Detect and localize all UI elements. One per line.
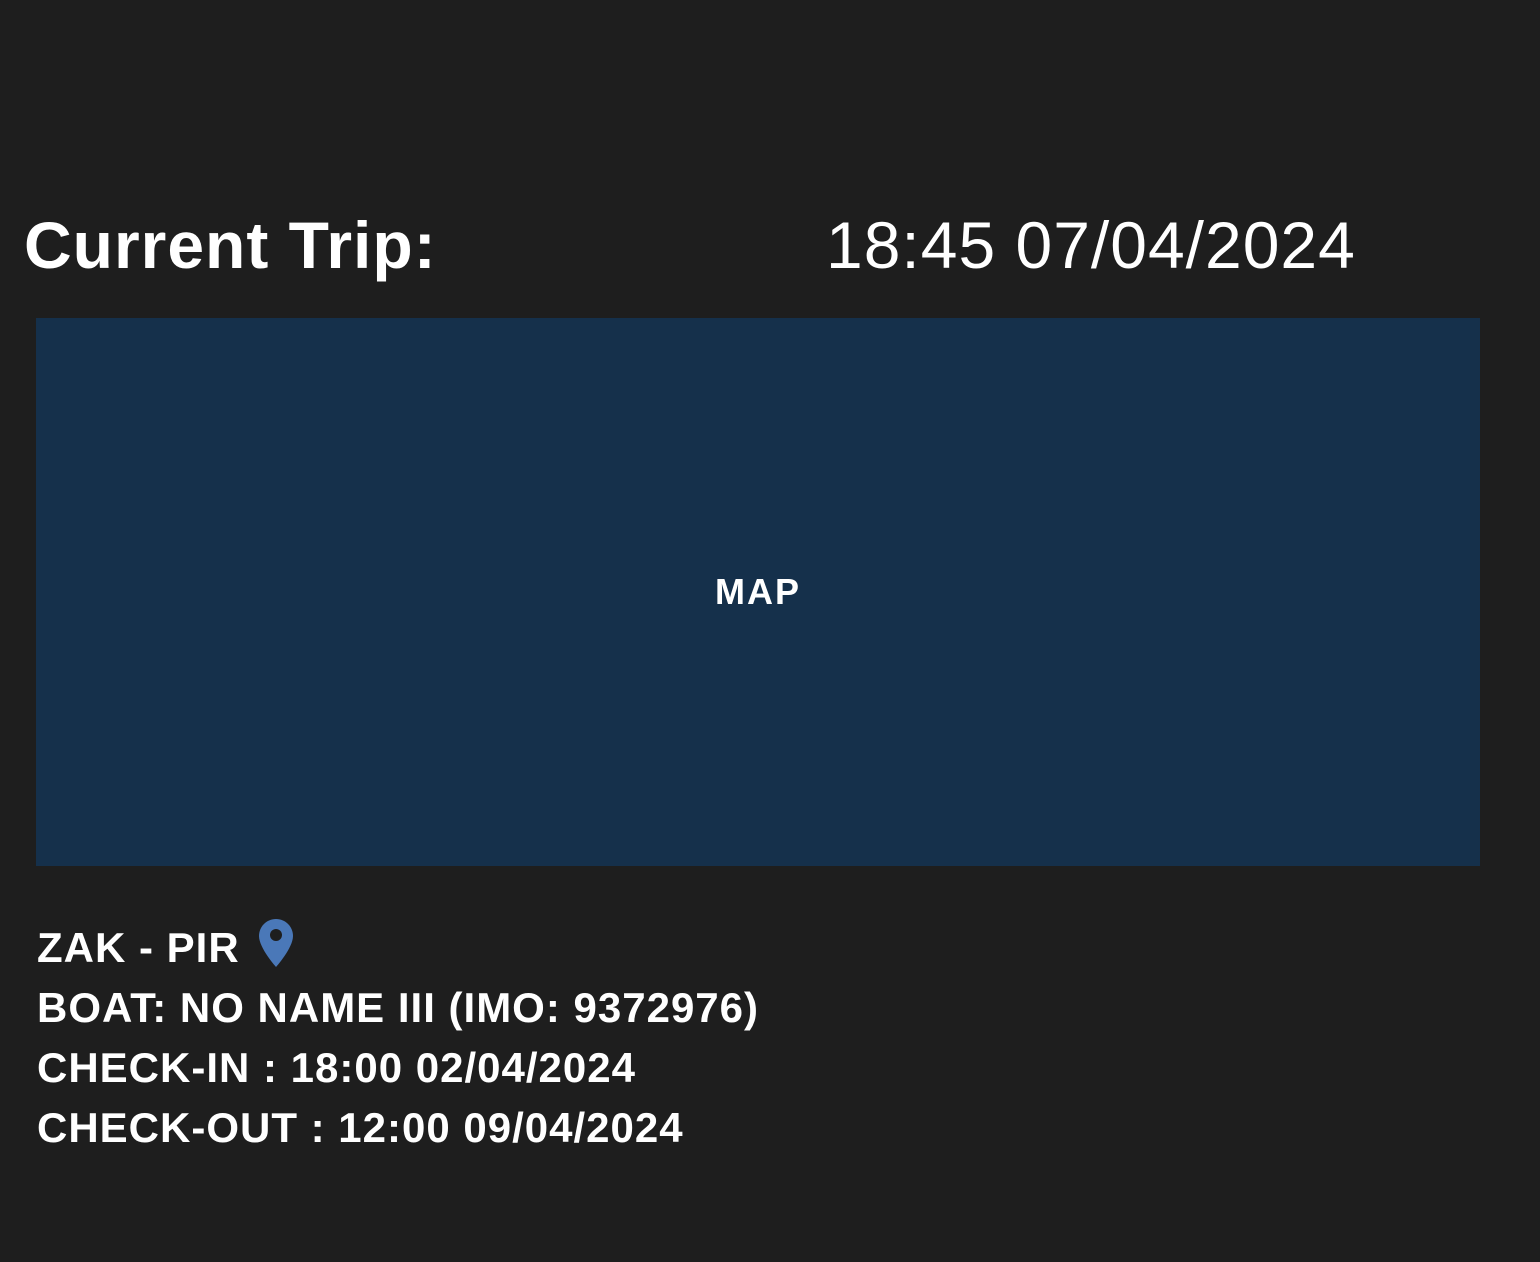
location-pin-icon[interactable] — [258, 918, 294, 968]
current-datetime: 18:45 07/04/2024 — [826, 208, 1356, 282]
page-title: Current Trip: — [24, 208, 437, 282]
map-panel[interactable]: MAP — [36, 318, 1480, 866]
check-out-info: CHECK-OUT : 12:00 09/04/2024 — [37, 1104, 684, 1151]
map-label: MAP — [715, 571, 801, 612]
boat-info: BOAT: NO NAME III (IMO: 9372976) — [37, 984, 760, 1031]
check-in-info: CHECK-IN : 18:00 02/04/2024 — [37, 1044, 636, 1091]
trip-route: ZAK - PIR — [37, 918, 759, 978]
route-text: ZAK - PIR — [37, 924, 240, 971]
trip-details: ZAK - PIR BOAT: NO NAME III (IMO: 937297… — [37, 918, 759, 1158]
